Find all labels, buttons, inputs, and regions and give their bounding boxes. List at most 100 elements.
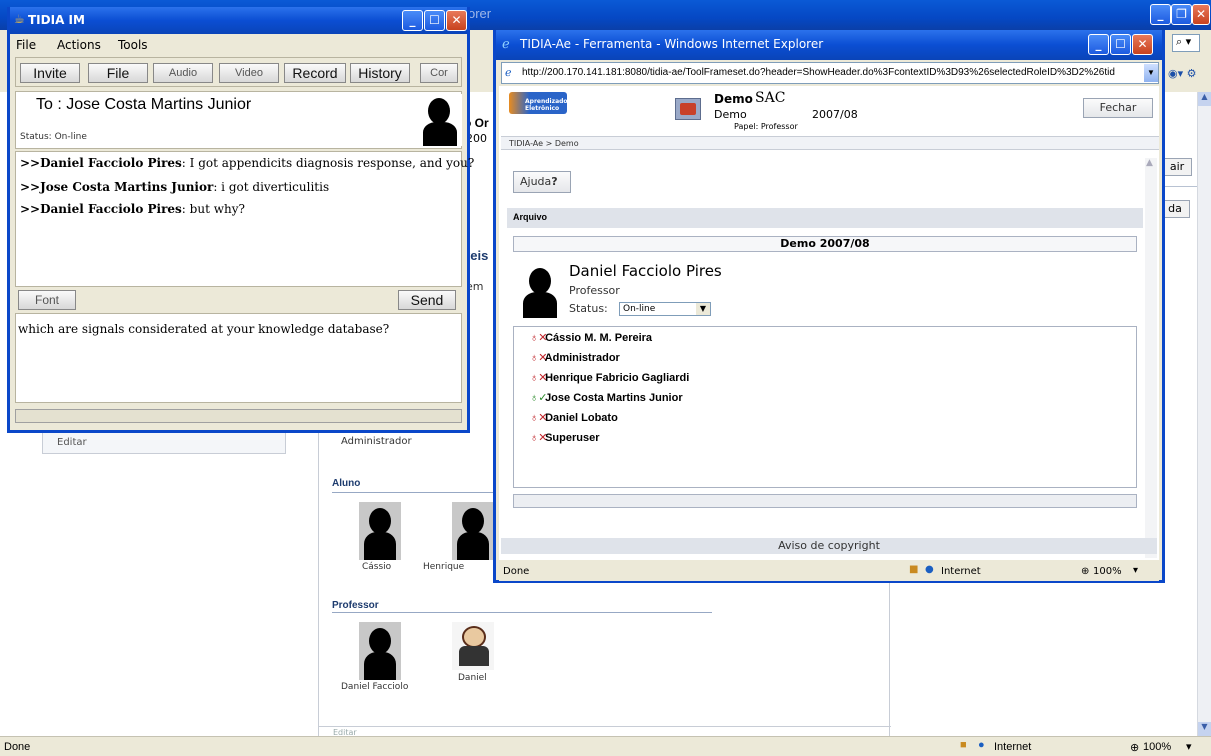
list-item[interactable]: ♁✕ Superuser bbox=[530, 429, 599, 447]
ie-status-bar: Done ■ ● Internet ⊕ 100% ▾ bbox=[499, 562, 1159, 581]
background-scrollbar[interactable]: ▲ ▼ bbox=[1197, 92, 1211, 736]
maximize-button[interactable]: ☐ bbox=[1110, 34, 1131, 55]
course-year: 2007/08 bbox=[812, 108, 858, 121]
user-offline-icon: ♁✕ bbox=[530, 372, 548, 384]
im-title-text: TIDIA IM bbox=[28, 13, 85, 27]
status-text: Done bbox=[4, 741, 31, 753]
scroll-up-icon[interactable]: ▲ bbox=[1146, 158, 1153, 168]
close-button[interactable]: ✕ bbox=[446, 10, 467, 31]
history-button[interactable]: History bbox=[350, 63, 410, 83]
invite-button[interactable]: Invite bbox=[20, 63, 80, 83]
course-code: SAC bbox=[755, 90, 786, 106]
chat-message: >>Jose Costa Martins Junior: i got diver… bbox=[20, 180, 330, 194]
message-input[interactable]: which are signals considerated at your k… bbox=[15, 313, 462, 403]
address-text[interactable]: http://200.170.141.181:8080/tidia-ae/Too… bbox=[522, 67, 1115, 78]
divider bbox=[1160, 186, 1197, 187]
minimize-button[interactable]: _ bbox=[1088, 34, 1109, 55]
minimize-button[interactable]: _ bbox=[402, 10, 423, 31]
user-avatar[interactable] bbox=[517, 264, 563, 318]
im-menu-bar: File Actions Tools bbox=[10, 35, 467, 55]
status-text: Done bbox=[503, 566, 530, 577]
user-offline-icon: ♁✕ bbox=[530, 332, 548, 344]
chevron-down-icon[interactable]: ▾ bbox=[1186, 740, 1192, 753]
zoom-icon[interactable]: ⊕ bbox=[1130, 741, 1139, 754]
font-button[interactable]: Font bbox=[18, 290, 76, 310]
group-title: Demo 2007/08 bbox=[513, 236, 1137, 252]
video-button[interactable]: Video bbox=[219, 63, 279, 83]
course-name: Demo bbox=[714, 92, 753, 106]
list-item[interactable]: ♁✕ Henrique Fabricio Gagliardi bbox=[530, 369, 689, 387]
breadcrumb: TIDIA-Ae > Demo bbox=[501, 136, 1159, 150]
list-footer-bar bbox=[513, 494, 1137, 508]
list-item[interactable]: ♁✕ Daniel Lobato bbox=[530, 409, 618, 427]
chevron-down-icon[interactable]: ▼ bbox=[1144, 64, 1158, 82]
send-button[interactable]: Send bbox=[398, 290, 456, 310]
ie-title-text: TIDIA-Ae - Ferramenta - Windows Internet… bbox=[520, 37, 824, 51]
globe-icon: ● bbox=[925, 564, 934, 575]
role-text: Papel: Professor bbox=[734, 122, 798, 131]
fechar-button[interactable]: Fechar bbox=[1083, 98, 1153, 118]
zoom-icon[interactable]: ⊕ bbox=[1081, 566, 1089, 577]
record-button[interactable]: Record bbox=[284, 63, 346, 83]
zoom-text[interactable]: 100% bbox=[1143, 741, 1171, 753]
chat-history[interactable]: >>Daniel Facciolo Pires: I got appendici… bbox=[15, 151, 474, 287]
ie-scrollbar[interactable]: ▲ ▼ bbox=[1145, 158, 1157, 558]
audio-button[interactable]: Audio bbox=[153, 63, 213, 83]
search-icon[interactable]: ⌕ ▾ bbox=[1172, 34, 1200, 52]
cartoon-avatar[interactable] bbox=[452, 622, 494, 670]
background-status-bar: Done ■ ● Internet ⊕ 100% ▾ bbox=[0, 736, 1211, 756]
help-icon[interactable]: ◉▾ ⚙ bbox=[1168, 67, 1196, 80]
chat-message: >>Daniel Facciolo Pires: I got appendici… bbox=[20, 156, 475, 170]
im-status-strip bbox=[15, 409, 462, 423]
background-title-text: orer bbox=[468, 6, 492, 21]
partial-button[interactable]: air bbox=[1162, 158, 1192, 176]
aluno-section-title: Aluno bbox=[332, 478, 361, 489]
menu-actions[interactable]: Actions bbox=[57, 38, 101, 52]
course-icon bbox=[675, 98, 701, 120]
close-button[interactable]: ✕ bbox=[1192, 4, 1210, 25]
status-select[interactable]: On-line ▼ bbox=[619, 302, 711, 316]
recipient-panel: To : Jose Costa Martins Junior Status: O… bbox=[15, 91, 462, 149]
page-icon: ℯ bbox=[505, 67, 512, 79]
recipient-label: To : Jose Costa Martins Junior bbox=[36, 96, 252, 113]
color-button[interactable]: Cor bbox=[420, 63, 458, 83]
address-bar[interactable]: ℯ http://200.170.141.181:8080/tidia-ae/T… bbox=[501, 62, 1159, 84]
globe-icon: ● bbox=[978, 739, 985, 751]
status-label: Status: bbox=[569, 302, 608, 315]
list-item[interactable]: ♁✕ Administrador bbox=[530, 349, 620, 367]
file-button[interactable]: File bbox=[88, 63, 148, 83]
avatar[interactable] bbox=[359, 622, 401, 680]
ie-page: Aprendizado Eletrônico Demo SAC Demo 200… bbox=[499, 86, 1159, 560]
divider bbox=[332, 612, 712, 613]
user-offline-icon: ♁✕ bbox=[530, 412, 548, 424]
im-title-bar[interactable]: ☕ TIDIA IM _ ☐ ✕ bbox=[10, 7, 467, 34]
scroll-down-icon[interactable]: ▼ bbox=[1198, 722, 1211, 736]
menu-tools[interactable]: Tools bbox=[118, 38, 148, 52]
status-text: Status: On-line bbox=[20, 132, 87, 142]
zone-text: Internet bbox=[941, 566, 981, 577]
list-item[interactable]: ♁✓ Jose Costa Martins Junior bbox=[530, 389, 683, 407]
section-header: Arquivo bbox=[507, 208, 1143, 228]
divider bbox=[319, 726, 891, 727]
restore-button[interactable]: ❐ bbox=[1171, 4, 1192, 25]
tidia-logo[interactable]: Aprendizado Eletrônico bbox=[509, 92, 568, 114]
left-edit-panel[interactable]: Editar bbox=[42, 430, 286, 454]
ie-title-bar[interactable]: ℯ TIDIA-Ae - Ferramenta - Windows Intern… bbox=[496, 30, 1162, 60]
recipient-avatar bbox=[418, 94, 462, 146]
list-item[interactable]: ♁✕ Cássio M. M. Pereira bbox=[530, 329, 652, 347]
help-button[interactable]: Ajuda? bbox=[513, 171, 571, 193]
avatar[interactable] bbox=[452, 502, 494, 560]
maximize-button[interactable]: ☐ bbox=[424, 10, 445, 31]
scroll-up-icon[interactable]: ▲ bbox=[1198, 92, 1211, 106]
edit-link[interactable]: Editar bbox=[57, 437, 87, 448]
user-role: Professor bbox=[569, 284, 620, 297]
minimize-button[interactable]: _ bbox=[1150, 4, 1171, 25]
menu-file[interactable]: File bbox=[16, 38, 36, 52]
avatar[interactable] bbox=[359, 502, 401, 560]
zoom-text[interactable]: 100% bbox=[1093, 566, 1122, 577]
copyright-bar[interactable]: Aviso de copyright bbox=[501, 538, 1157, 554]
chevron-down-icon[interactable]: ▼ bbox=[696, 303, 710, 315]
close-button[interactable]: ✕ bbox=[1132, 34, 1153, 55]
im-toolbar: Invite File Audio Video Record History C… bbox=[15, 57, 462, 87]
chevron-down-icon[interactable]: ▾ bbox=[1133, 565, 1138, 576]
